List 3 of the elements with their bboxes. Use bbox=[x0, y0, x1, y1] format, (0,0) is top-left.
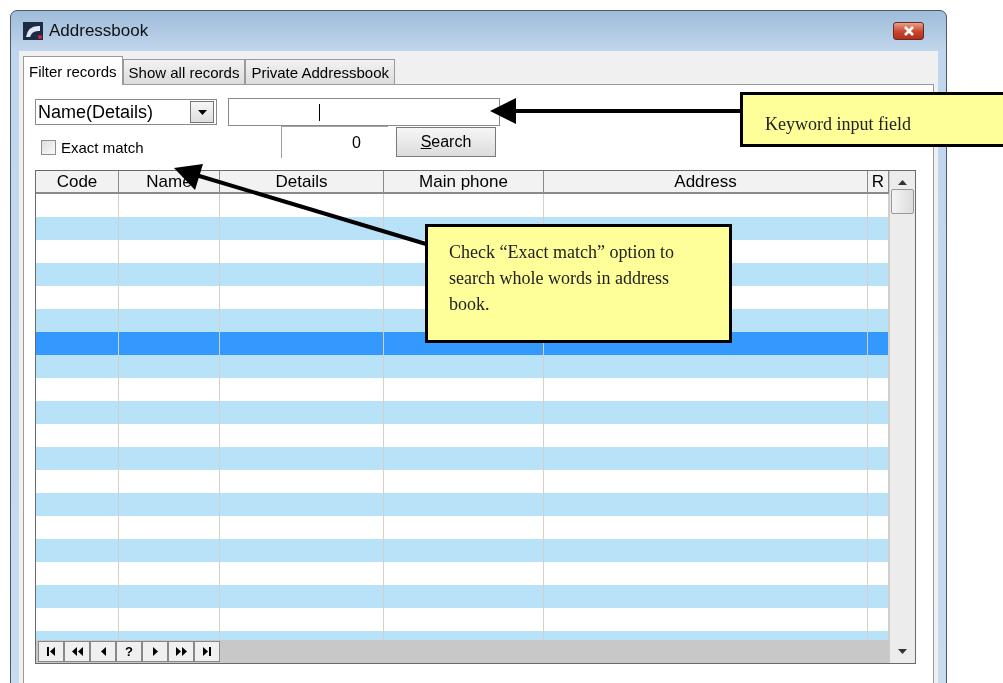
annotation-tooltip: Keyword input field bbox=[740, 92, 1003, 147]
window-title: Addressbook bbox=[49, 21, 150, 41]
annotation-tooltip: Check “Exact match” option to search whole words in address book. bbox=[425, 224, 732, 343]
